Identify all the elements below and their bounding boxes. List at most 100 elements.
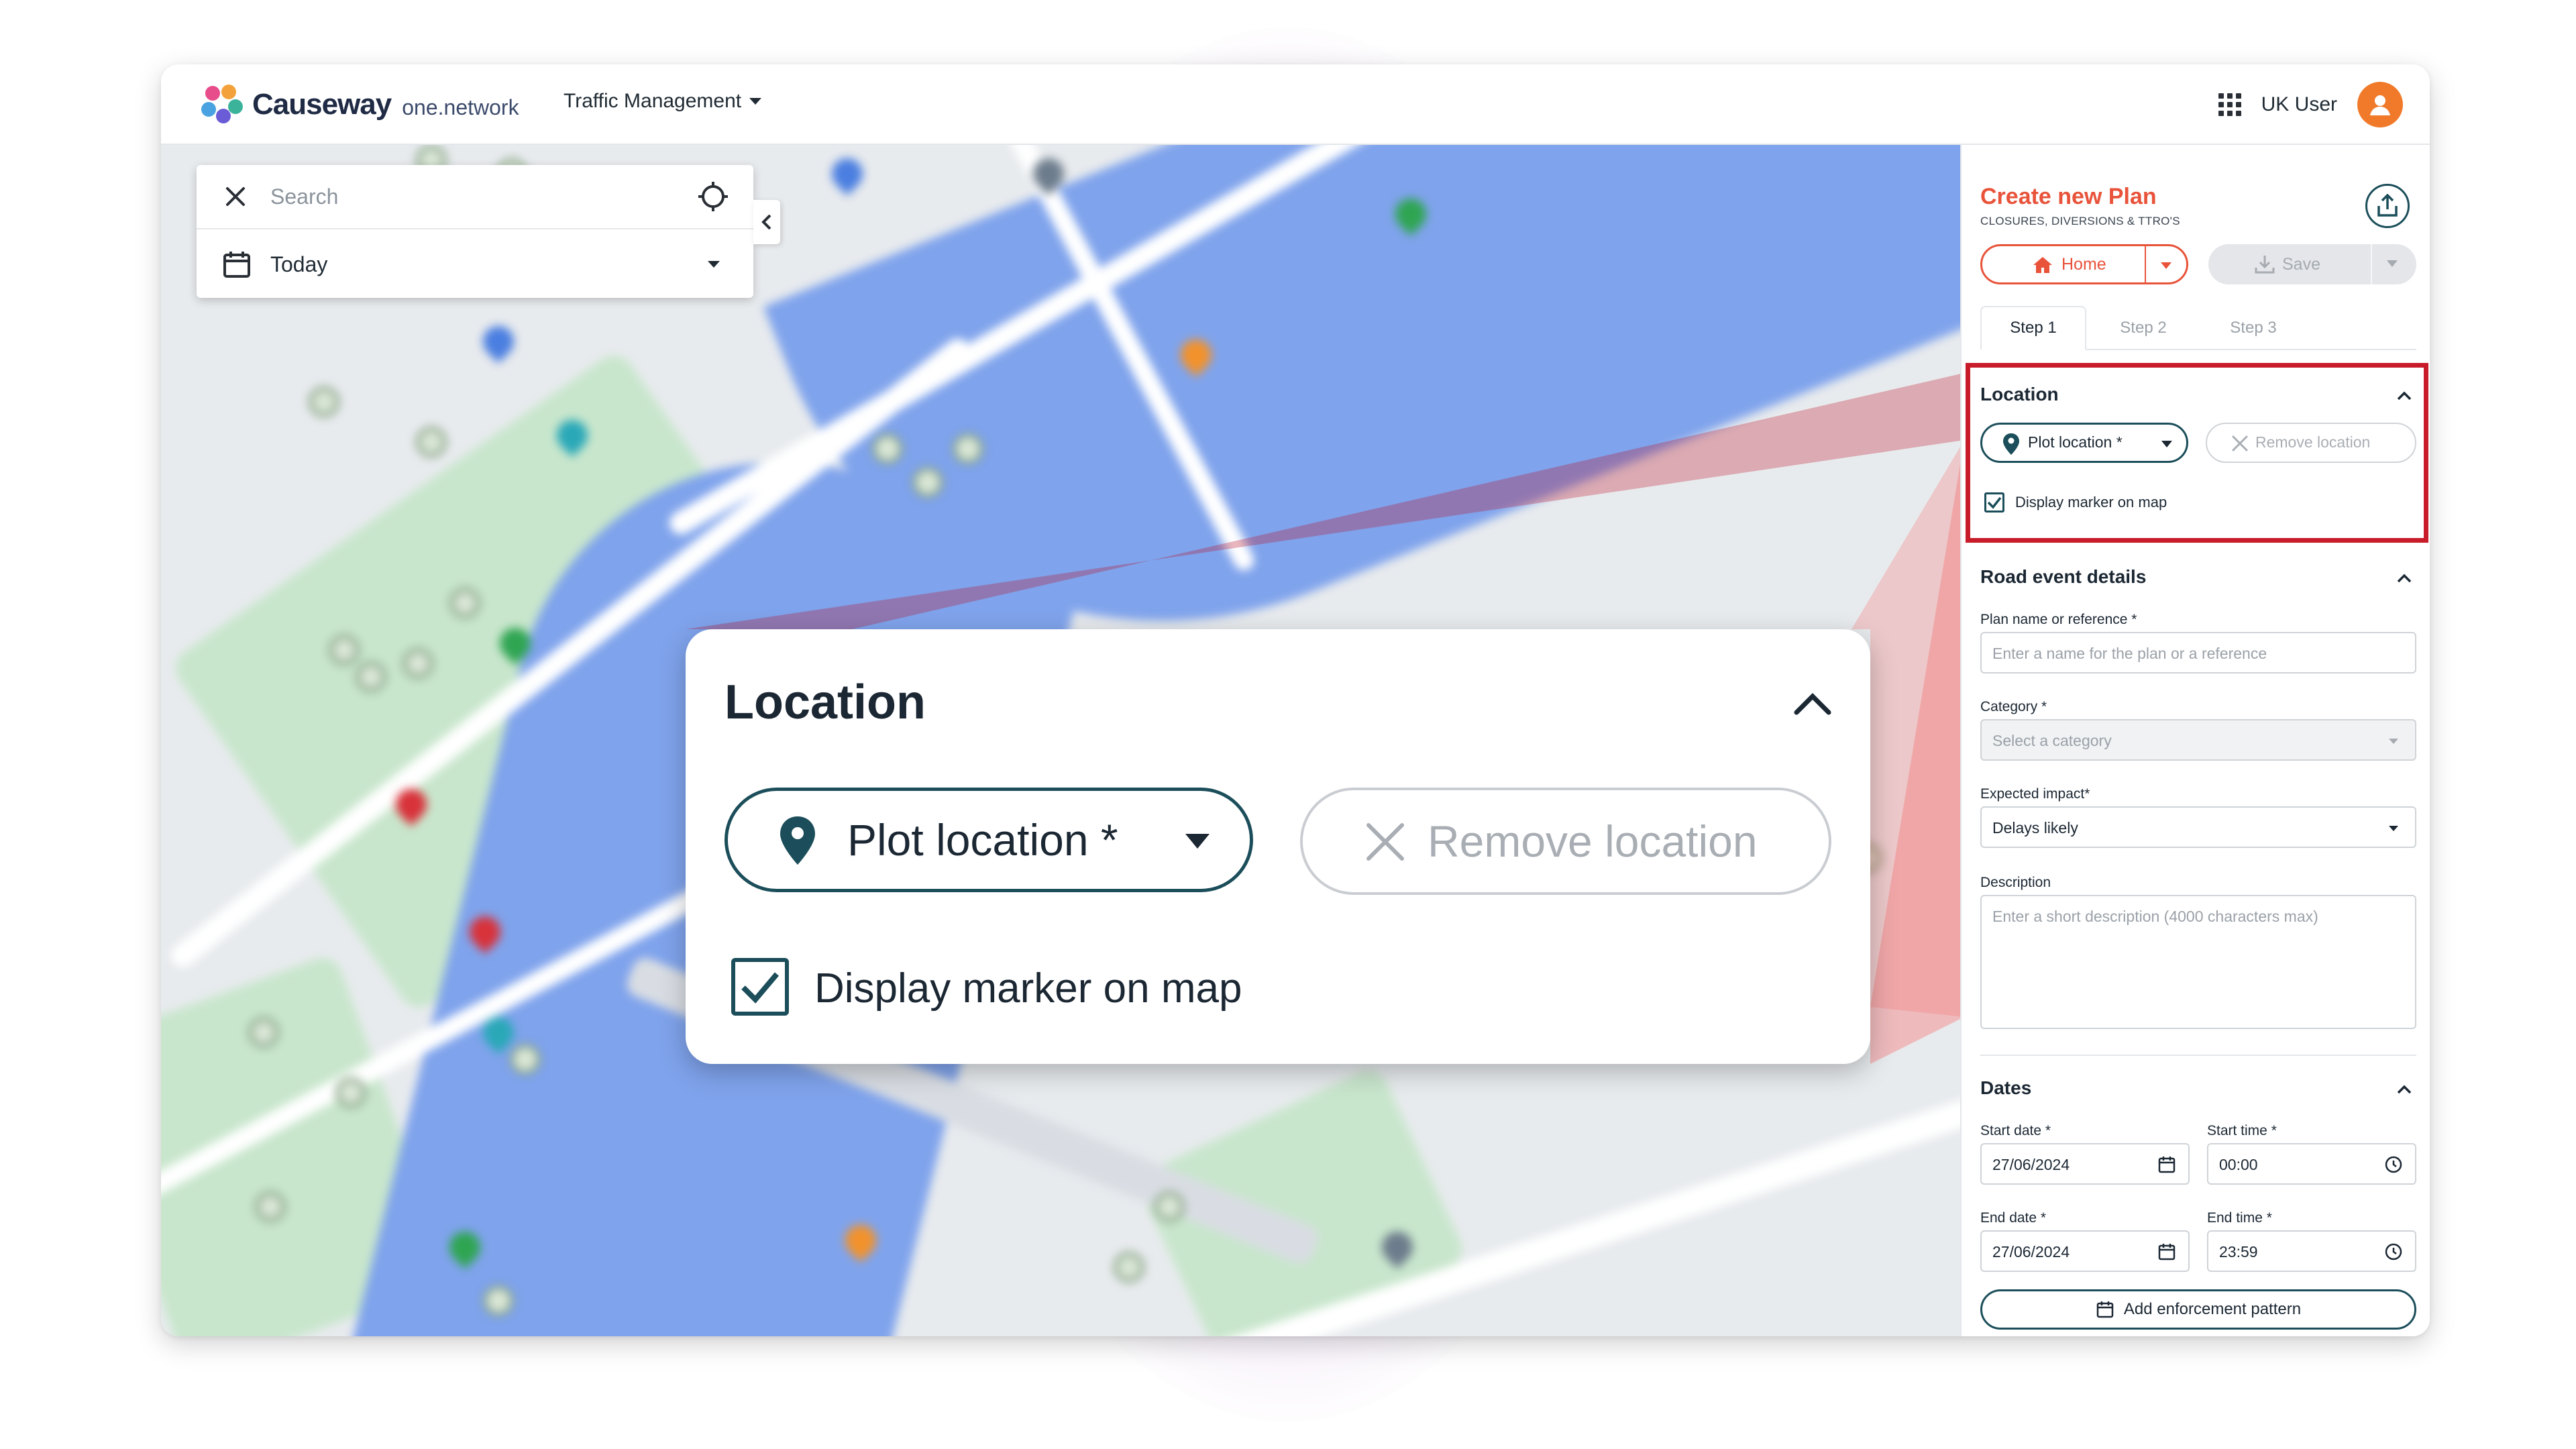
end-date-value: 27/06/2024 (1992, 1243, 2070, 1260)
app-window: Causeway one.network Traffic Management … (161, 64, 2430, 1336)
step-tabs: Step 1 Step 2 Step 3 (1980, 306, 2416, 350)
plan-name-label: Plan name or reference * (1980, 612, 2137, 627)
zoom-checkbox (731, 958, 789, 1016)
zoom-section-title: Location (724, 676, 926, 729)
map-search-card: Search Today (197, 165, 753, 298)
end-time-value: 23:59 (2219, 1243, 2258, 1260)
brand-sub: one.network (402, 95, 519, 119)
brand-logo[interactable]: Causeway one.network (201, 83, 519, 126)
zoom-plot-label: Plot location * (847, 815, 1118, 865)
top-bar: Causeway one.network Traffic Management … (161, 64, 2430, 145)
causeway-logo-icon (201, 83, 244, 126)
add-enforcement-pattern-button[interactable]: Add enforcement pattern (1980, 1289, 2416, 1330)
chevron-left-icon (761, 214, 771, 230)
location-section-title: Location (1980, 384, 2059, 405)
chevron-down-icon (2389, 826, 2398, 831)
module-menu-label: Traffic Management (564, 90, 742, 112)
create-plan-panel: Create new Plan CLOSURES, DIVERSIONS & T… (1960, 145, 2430, 1336)
date-filter-row[interactable]: Today (197, 231, 753, 298)
share-button[interactable] (2365, 184, 2410, 228)
close-icon (1366, 823, 1404, 861)
start-time-label: Start time * (2207, 1123, 2277, 1138)
chevron-up-icon[interactable] (2396, 390, 2412, 401)
map-pin-icon (2003, 433, 2019, 455)
download-icon (2255, 256, 2275, 274)
calendar-icon (223, 252, 250, 278)
share-icon (2377, 194, 2398, 217)
start-date-label: Start date * (1980, 1123, 2051, 1138)
checkmark-icon (1987, 496, 2002, 509)
module-menu[interactable]: Traffic Management (564, 90, 762, 113)
map-pin-icon (780, 816, 815, 865)
close-icon (2232, 435, 2248, 451)
tab-step-2[interactable]: Step 2 (2090, 306, 2196, 350)
tab-step-3[interactable]: Step 3 (2200, 306, 2306, 350)
dates-section-title: Dates (1980, 1077, 2032, 1098)
impact-label: Expected impact* (1980, 786, 2090, 802)
screenshot-stage: Causeway one.network Traffic Management … (0, 0, 2576, 1449)
category-label: Category * (1980, 699, 2047, 714)
search-row: Search (197, 165, 753, 229)
plot-location-button[interactable]: Plot location * (1980, 423, 2188, 463)
apps-grid-icon[interactable] (2218, 93, 2241, 116)
chevron-down-icon (1185, 834, 1210, 849)
calendar-icon[interactable] (2157, 1242, 2176, 1261)
panel-title: Create new Plan (1980, 184, 2157, 209)
date-filter-value: Today (270, 252, 328, 276)
start-date-value: 27/06/2024 (1992, 1156, 2070, 1173)
chevron-down-icon[interactable] (2159, 261, 2173, 270)
end-time-label: End time * (2207, 1210, 2272, 1226)
chevron-up-icon[interactable] (2396, 1084, 2412, 1095)
save-split-divider (2371, 244, 2372, 284)
search-input[interactable]: Search (270, 184, 338, 209)
calendar-icon[interactable] (2157, 1155, 2176, 1174)
user-icon (2370, 95, 2390, 115)
zoom-plot-location-button: Plot location * (724, 788, 1253, 892)
display-marker-checkbox[interactable] (1984, 492, 2004, 513)
chevron-down-icon (2389, 739, 2398, 744)
plot-location-label: Plot location * (2028, 433, 2123, 451)
panel-subtitle: CLOSURES, DIVERSIONS & TTRO'S (1980, 215, 2180, 227)
remove-location-button[interactable]: Remove location (2206, 423, 2416, 463)
user-name[interactable]: UK User (2261, 93, 2337, 116)
section-divider (1980, 1055, 2416, 1056)
impact-select[interactable]: Delays likely (1980, 806, 2416, 848)
avatar[interactable] (2357, 82, 2403, 127)
impact-value: Delays likely (1992, 819, 2078, 837)
remove-location-label: Remove location (2255, 433, 2371, 451)
user-area: UK User (2218, 82, 2403, 127)
calendar-icon (2096, 1301, 2114, 1318)
locate-crosshair-icon[interactable] (697, 180, 729, 213)
clock-icon[interactable] (2384, 1242, 2403, 1261)
zoom-checkbox-label: Display marker on map (814, 965, 1242, 1012)
category-placeholder: Select a category (1992, 732, 2112, 749)
description-placeholder: Enter a short description (4000 characte… (1992, 908, 2318, 925)
clock-icon[interactable] (2384, 1155, 2403, 1174)
checkmark-icon (741, 972, 780, 1004)
end-date-field[interactable]: 27/06/2024 (1980, 1230, 2190, 1272)
chevron-down-icon[interactable] (2385, 259, 2399, 268)
plan-name-field[interactable]: Enter a name for the plan or a reference (1980, 632, 2416, 674)
start-time-field[interactable]: 00:00 (2207, 1143, 2416, 1185)
save-button[interactable]: Save (2208, 244, 2416, 284)
road-event-section-title: Road event details (1980, 566, 2147, 587)
home-icon (2033, 257, 2052, 273)
category-select[interactable]: Select a category (1980, 719, 2416, 761)
chevron-down-icon (2161, 441, 2172, 447)
description-label: Description (1980, 875, 2051, 890)
zoom-remove-label: Remove location (1428, 816, 1758, 866)
end-date-label: End date * (1980, 1210, 2047, 1226)
collapse-panel-button[interactable] (753, 200, 780, 244)
home-button[interactable]: Home (1980, 244, 2188, 284)
tab-step-1[interactable]: Step 1 (1980, 306, 2086, 350)
start-time-value: 00:00 (2219, 1156, 2258, 1173)
home-split-divider (2145, 246, 2146, 282)
chevron-up-icon[interactable] (2396, 573, 2412, 584)
end-time-field[interactable]: 23:59 (2207, 1230, 2416, 1272)
close-icon[interactable] (223, 184, 248, 209)
brand-word: Causeway (252, 88, 392, 121)
add-enforcement-label: Add enforcement pattern (2123, 1300, 2302, 1318)
description-textarea[interactable]: Enter a short description (4000 characte… (1980, 895, 2416, 1029)
start-date-field[interactable]: 27/06/2024 (1980, 1143, 2190, 1185)
display-marker-label: Display marker on map (2015, 494, 2167, 511)
